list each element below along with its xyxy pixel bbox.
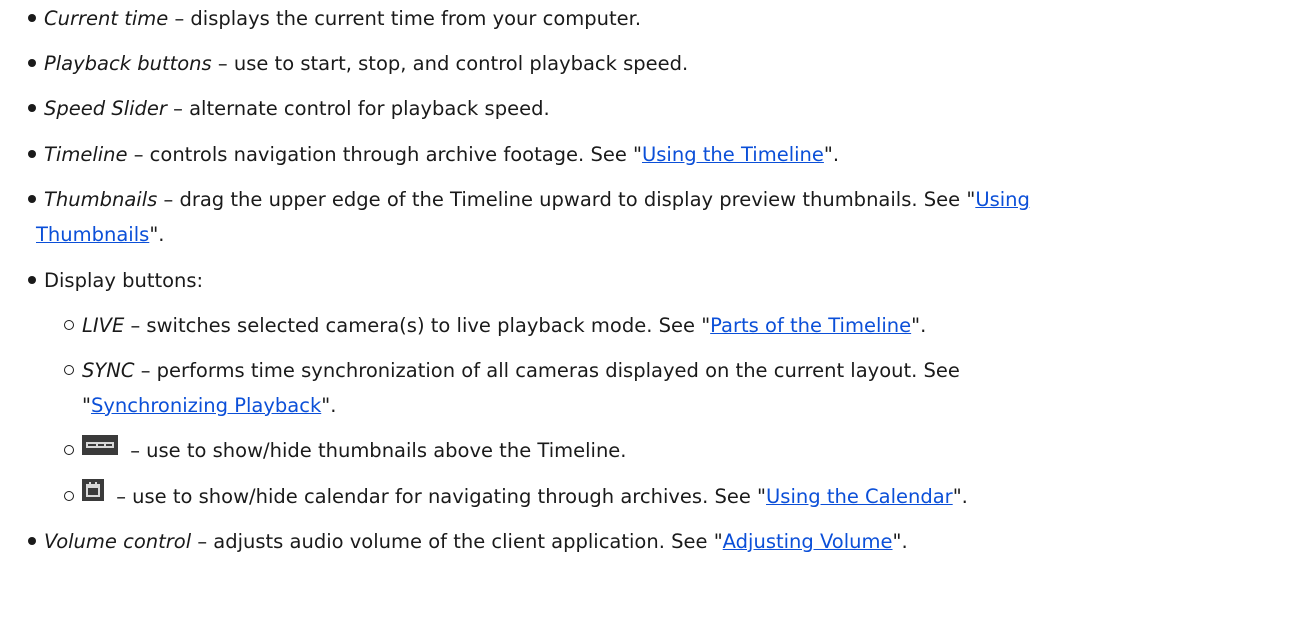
calendar-icon[interactable]	[82, 476, 104, 513]
sublist-item-sync-continued: "Synchronizing Playback".	[82, 387, 336, 424]
circle-bullet-icon	[64, 490, 74, 501]
term-sync: SYNC	[82, 359, 135, 382]
bullet-icon	[28, 13, 36, 22]
term-volume-control: Volume control	[44, 530, 192, 553]
list-item-playback-buttons: Playback buttons – use to start, stop, a…	[28, 45, 1282, 82]
desc-live: – switches selected camera(s) to live pl…	[124, 314, 711, 337]
desc-thumbnails-end: ".	[149, 223, 165, 246]
desc-sync-end: ".	[321, 394, 337, 417]
list-item-speed-slider: Speed Slider – alternate control for pla…	[28, 90, 1282, 127]
bullet-icon	[28, 536, 36, 545]
desc-thumbnails: – drag the upper edge of the Timeline up…	[157, 188, 976, 211]
bullet-icon	[28, 103, 36, 112]
list-item-timeline: Timeline – controls navigation through a…	[28, 136, 1282, 173]
sublist-item-live: LIVE – switches selected camera(s) to li…	[64, 307, 1282, 344]
term-timeline: Timeline	[44, 143, 128, 166]
bullet-icon	[28, 275, 36, 284]
desc-volume-end: ".	[892, 530, 908, 553]
list-item-thumbnails-continued: Thumbnails".	[36, 216, 164, 253]
bullet-icon	[28, 194, 36, 203]
desc-timeline: – controls navigation through archive fo…	[127, 143, 642, 166]
desc-live-end: ".	[911, 314, 927, 337]
desc-volume-control: – adjusts audio volume of the client app…	[191, 530, 723, 553]
desc-sync-open-quote: "	[82, 394, 91, 417]
desc-speed-slider: – alternate control for playback speed.	[166, 97, 550, 120]
desc-timeline-end: ".	[823, 143, 840, 166]
list-item-current-time: Current time – displays the current time…	[28, 0, 1282, 37]
desc-playback-buttons: – use to start, stop, and control playba…	[211, 52, 689, 75]
link-using-thumbnails-part2[interactable]: Thumbnails	[36, 223, 149, 246]
desc-calendar-toggle: – use to show/hide calendar for navigati…	[110, 485, 767, 508]
list-item-thumbnails: Thumbnails – drag the upper edge of the …	[28, 181, 1282, 218]
circle-bullet-icon	[64, 364, 74, 375]
term-playback-buttons: Playback buttons	[44, 52, 212, 75]
link-using-the-timeline[interactable]: Using the Timeline	[642, 143, 824, 166]
link-synchronizing-playback[interactable]: Synchronizing Playback	[91, 394, 321, 417]
desc-sync: – performs time synchronization of all c…	[134, 359, 960, 382]
desc-thumbnails-toggle: – use to show/hide thumbnails above the …	[124, 439, 627, 462]
sublist-item-calendar-toggle: – use to show/hide calendar for navigati…	[64, 478, 1282, 516]
desc-calendar-end: ".	[952, 485, 968, 508]
circle-bullet-icon	[64, 319, 74, 330]
bullet-icon	[28, 149, 36, 158]
desc-current-time: – displays the current time from your co…	[168, 7, 642, 30]
link-using-thumbnails-part1[interactable]: Using	[975, 188, 1030, 211]
link-using-the-calendar[interactable]: Using the Calendar	[766, 485, 953, 508]
link-parts-of-the-timeline[interactable]: Parts of the Timeline	[710, 314, 911, 337]
term-current-time: Current time	[44, 7, 169, 30]
link-adjusting-volume[interactable]: Adjusting Volume	[723, 530, 893, 553]
circle-bullet-icon	[64, 444, 74, 455]
term-live: LIVE	[82, 314, 125, 337]
thumbnails-icon[interactable]	[82, 430, 118, 467]
list-item-display-buttons: Display buttons:	[28, 262, 1282, 299]
term-speed-slider: Speed Slider	[44, 97, 167, 120]
sublist-item-thumbnails-toggle: – use to show/hide thumbnails above the …	[64, 432, 1282, 470]
display-buttons-label: Display buttons:	[44, 269, 204, 292]
term-thumbnails: Thumbnails	[44, 188, 158, 211]
list-item-volume-control: Volume control – adjusts audio volume of…	[28, 523, 1282, 560]
bullet-icon	[28, 58, 36, 67]
sublist-item-sync: SYNC – performs time synchronization of …	[64, 352, 1282, 389]
